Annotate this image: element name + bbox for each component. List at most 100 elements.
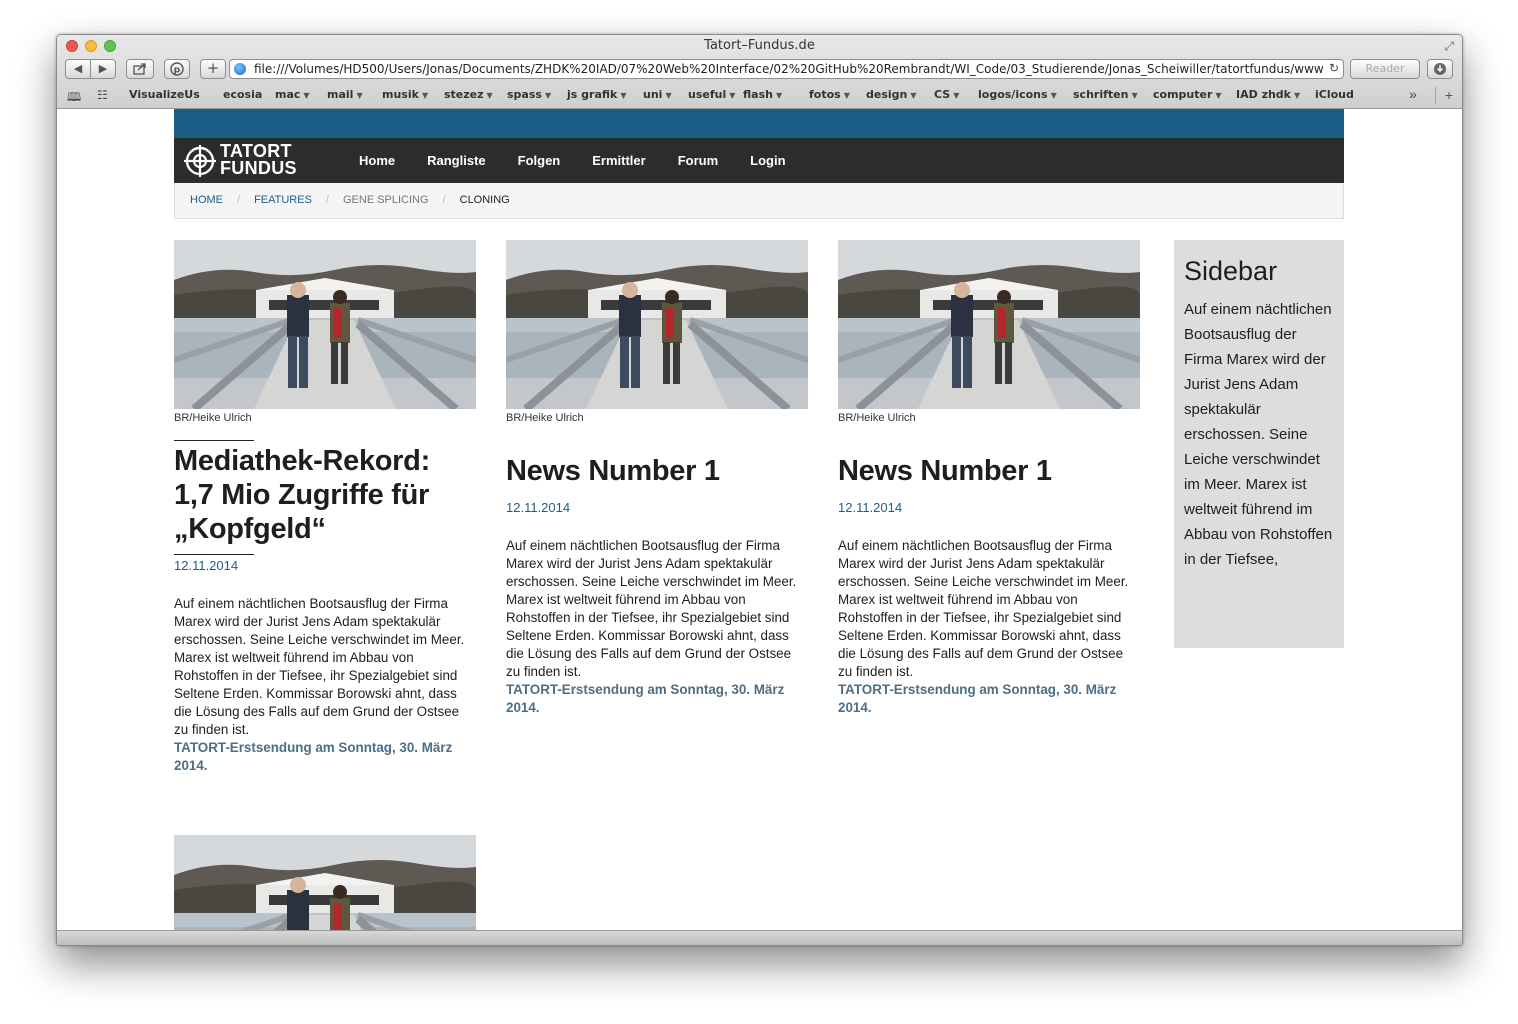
article-card-3[interactable]: BR/Heike Ulrich News Number 1 12.11.2014 Au… xyxy=(838,240,1140,717)
title-rule-bottom xyxy=(174,554,254,555)
bookmark-7[interactable]: spass ▼ xyxy=(507,88,551,101)
browser-toolbar: ◀ ▶ p + file:///Volumes/HD500/Users/Jona… xyxy=(57,57,1462,83)
bookmark-label: mail xyxy=(327,88,354,101)
bookmark-label: spass xyxy=(507,88,542,101)
bookmark-label: fotos xyxy=(809,88,841,101)
chevron-down-icon: ▼ xyxy=(953,91,960,100)
nav-home[interactable]: Home xyxy=(359,138,395,183)
reload-icon[interactable]: ↻ xyxy=(1329,61,1339,75)
chevron-down-icon: ▼ xyxy=(421,91,429,100)
back-button[interactable]: ◀ xyxy=(65,59,91,79)
article-body: Auf einem nächtlichen Bootsausflug der F… xyxy=(506,538,797,679)
article-card-2[interactable]: BR/Heike Ulrich News Number 1 12.11.2014 Au… xyxy=(506,240,808,717)
more-bookmarks-icon[interactable]: » xyxy=(1409,86,1417,102)
nav-ermittler[interactable]: Ermittler xyxy=(592,138,645,183)
forward-button[interactable]: ▶ xyxy=(90,59,116,79)
article-photo[interactable] xyxy=(174,240,476,409)
nav-forum[interactable]: Forum xyxy=(678,138,718,183)
add-tab-button[interactable]: + xyxy=(200,59,226,79)
globe-icon xyxy=(234,63,246,75)
bookmark-10[interactable]: useful ▼ xyxy=(688,88,735,101)
nav-folgen[interactable]: Folgen xyxy=(518,138,561,183)
bookmark-label: js grafik xyxy=(567,88,618,101)
article-title[interactable]: Mediathek-Rekord: 1,7 Mio Zugriffe für „… xyxy=(174,444,476,546)
article-photo[interactable] xyxy=(838,240,1140,409)
bookmark-6[interactable]: stezez ▼ xyxy=(444,88,493,101)
article-date: 12.11.2014 xyxy=(838,500,903,515)
reader-button[interactable]: Reader xyxy=(1350,59,1420,79)
article-card-4[interactable] xyxy=(174,835,476,931)
share-button[interactable] xyxy=(126,59,154,79)
bookmark-5[interactable]: musik ▼ xyxy=(382,88,428,101)
breadcrumb: Home / Features / Gene Splicing / Cloning xyxy=(174,183,1344,219)
bookmark-4[interactable]: mail ▼ xyxy=(327,88,363,101)
breadcrumb-item[interactable]: Features xyxy=(254,183,312,218)
nav-menu: Home Rangliste Folgen Ermittler Forum Login xyxy=(359,138,818,183)
fullscreen-icon[interactable]: ⤢ xyxy=(1444,39,1454,54)
article-card-1[interactable]: BR/Heike Ulrich Mediathek-Rekord: 1,7 Mio… xyxy=(174,240,476,775)
article-photo[interactable] xyxy=(506,240,808,409)
top-sites-icon[interactable]: ☷ xyxy=(97,88,108,102)
photo-caption: BR/Heike Ulrich xyxy=(838,412,916,424)
bookmark-2[interactable]: ecosia xyxy=(223,88,262,101)
title-rule-top xyxy=(174,440,254,441)
downloads-button[interactable] xyxy=(1427,59,1453,79)
photo-caption: BR/Heike Ulrich xyxy=(506,412,584,424)
bookmark-18[interactable]: IAD zhdk ▼ xyxy=(1236,88,1300,101)
chevron-down-icon: ▼ xyxy=(729,91,736,100)
bookmark-label: stezez xyxy=(444,88,484,101)
bookmark-label: design xyxy=(866,88,908,101)
bookmark-label: flash xyxy=(743,88,773,101)
logo-text: TATORT FUNDUS xyxy=(220,142,297,177)
sidebar-text: Auf einem nächtlichen Bootsausflug der F… xyxy=(1184,301,1333,568)
bookmark-11[interactable]: flash ▼ xyxy=(743,88,782,101)
article-teaser[interactable]: TATORT-Erstsendung am Sonntag, 30. März … xyxy=(838,681,1140,717)
reading-list-icon[interactable]: 🕮 xyxy=(67,88,81,109)
bookmark-label: CS xyxy=(934,88,951,101)
bookmark-14[interactable]: CS ▼ xyxy=(934,88,959,101)
bookmark-12[interactable]: fotos ▼ xyxy=(809,88,850,101)
bookmark-label: VisualizeUs xyxy=(129,88,200,101)
article-body: Auf einem nächtlichen Bootsausflug der F… xyxy=(838,538,1129,679)
bookmark-label: IAD zhdk xyxy=(1236,88,1291,101)
bookmark-13[interactable]: design ▼ xyxy=(866,88,917,101)
pinterest-button[interactable]: p xyxy=(164,59,190,79)
bookmark-15[interactable]: logos/icons ▼ xyxy=(978,88,1057,101)
bookmark-16[interactable]: schriften ▼ xyxy=(1073,88,1138,101)
nav-login[interactable]: Login xyxy=(750,138,785,183)
breadcrumb-item[interactable]: Gene Splicing xyxy=(343,183,429,218)
bookmark-19[interactable]: iCloud xyxy=(1315,88,1354,101)
svg-text:p: p xyxy=(174,66,181,76)
nav-rangliste[interactable]: Rangliste xyxy=(427,138,486,183)
chevron-down-icon: ▼ xyxy=(620,91,627,100)
back-arrow-icon: ◀ xyxy=(73,62,83,75)
page-viewport: TATORT FUNDUS Home Rangliste Folgen Ermittl… xyxy=(57,109,1462,931)
article-teaser[interactable]: TATORT-Erstsendung am Sonntag, 30. März … xyxy=(174,739,476,775)
article-title[interactable]: News Number 1 xyxy=(506,454,808,488)
sidebar-title: Sidebar xyxy=(1184,256,1278,286)
bookmark-1[interactable]: VisualizeUs xyxy=(129,88,200,101)
chevron-down-icon: ▼ xyxy=(1215,91,1222,100)
site-logo[interactable]: TATORT FUNDUS xyxy=(184,142,324,179)
bookmark-8[interactable]: js grafik ▼ xyxy=(567,88,627,101)
new-tab-button[interactable]: + xyxy=(1435,87,1462,104)
breadcrumb-item[interactable]: Home xyxy=(190,183,223,218)
browser-chrome: Tatort–Fundus.de ⤢ ◀ ▶ p + file:///Volum… xyxy=(57,35,1462,109)
article-title[interactable]: News Number 1 xyxy=(838,454,1140,488)
bookmark-label: uni xyxy=(643,88,663,101)
chevron-down-icon: ▼ xyxy=(843,91,850,100)
article-teaser[interactable]: TATORT-Erstsendung am Sonntag, 30. März … xyxy=(506,681,808,717)
bookmarks-bar: 🕮 ☷ VisualizeUs ecosia mac ▼ mail ▼ musik ▼ stez… xyxy=(57,83,1462,107)
article-date: 12.11.2014 xyxy=(174,558,239,573)
title-bar: Tatort–Fundus.de ⤢ xyxy=(57,35,1462,57)
bookmark-17[interactable]: computer ▼ xyxy=(1153,88,1222,101)
status-bar xyxy=(57,930,1462,945)
bookmark-label: useful xyxy=(688,88,727,101)
sidebar: Sidebar Auf einem nächtlichen Bootsausfl… xyxy=(1174,240,1344,648)
address-bar[interactable]: file:///Volumes/HD500/Users/Jonas/Docume… xyxy=(229,59,1344,79)
bookmark-9[interactable]: uni ▼ xyxy=(643,88,672,101)
plus-icon: + xyxy=(206,59,220,77)
url-text[interactable]: file:///Volumes/HD500/Users/Jonas/Docume… xyxy=(254,61,1323,77)
chevron-down-icon: ▼ xyxy=(303,91,310,100)
bookmark-3[interactable]: mac ▼ xyxy=(275,88,310,101)
